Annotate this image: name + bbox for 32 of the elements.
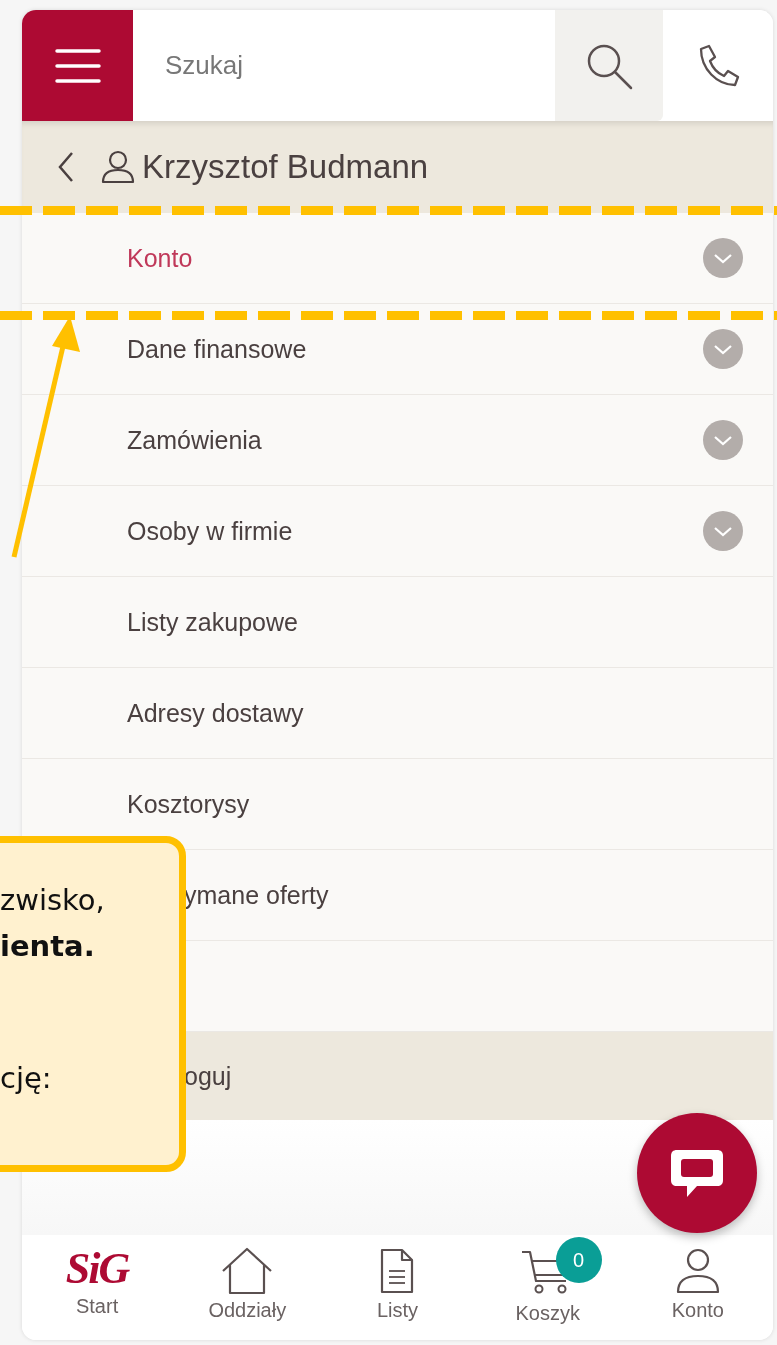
menu-item-label: Dane finansowe [127, 334, 307, 364]
menu-item[interactable]: Konto [22, 213, 773, 304]
menu-item[interactable]: Dane finansowe [22, 304, 773, 395]
menu-item-label: Kosztorysy [127, 789, 250, 819]
nav-item[interactable]: Listy [327, 1235, 468, 1322]
menu-button[interactable] [22, 10, 133, 121]
menu-item[interactable]: Adresy dostawy [22, 668, 773, 759]
nav-item[interactable]: 0 Koszyk [477, 1235, 618, 1325]
menu-item-label: Konto [127, 243, 193, 273]
phone-button[interactable] [663, 10, 773, 121]
menu-item[interactable]: Kosztorysy [22, 759, 773, 850]
cart-count-badge: 0 [555, 1237, 602, 1283]
user-icon [100, 149, 136, 185]
menu-item-label: Adresy dostawy [127, 698, 304, 728]
nav-item[interactable]: Konto [627, 1235, 768, 1322]
back-icon[interactable] [56, 150, 76, 184]
logo: SiG [65, 1247, 129, 1291]
nav-item[interactable]: Oddziały [177, 1235, 318, 1322]
menu-item[interactable]: Osoby w firmie [22, 486, 773, 577]
user-name: Krzysztof Budmann [142, 148, 429, 186]
menu-item-label: Zamówienia [127, 425, 262, 455]
menu-item-label: Listy zakupowe [127, 607, 298, 637]
expand-icon[interactable] [703, 238, 743, 278]
menu-item-label: ymane oferty [184, 880, 329, 910]
menu-item[interactable]: Zamówienia [22, 395, 773, 486]
expand-icon[interactable] [703, 329, 743, 369]
menu-item[interactable]: Listy zakupowe [22, 577, 773, 668]
expand-icon[interactable] [703, 420, 743, 460]
search-button[interactable] [555, 10, 663, 121]
expand-icon[interactable] [703, 511, 743, 551]
nav-item[interactable]: SiG Start [27, 1235, 168, 1318]
menu-item-label: Osoby w firmie [127, 516, 293, 546]
